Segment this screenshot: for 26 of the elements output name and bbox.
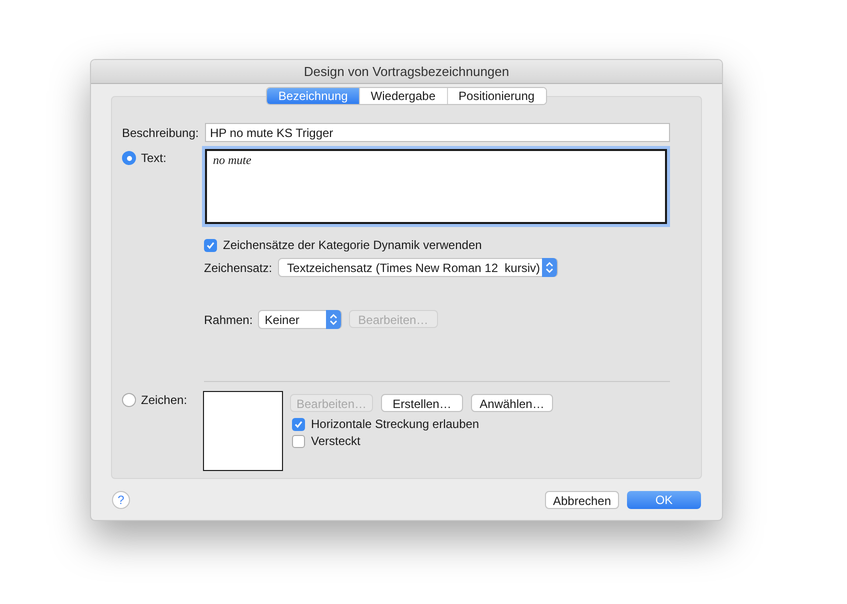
help-button[interactable]: ? (112, 491, 130, 509)
cancel-button[interactable]: Abbrechen (545, 491, 619, 509)
tab[interactable]: Positionierung (446, 88, 546, 104)
checkbox[interactable] (292, 434, 305, 448)
window-title: Design von Vortragsbezeichnungen (304, 62, 510, 81)
stepper-icon (542, 258, 558, 277)
radio-label: Zeichen: (141, 393, 188, 407)
radio-button[interactable] (122, 393, 136, 407)
font-dropdown[interactable]: Textzeichensatz (Times New Roman 12 kursiv) (278, 258, 558, 277)
checkbox-label: Horizontale Streckung erlauben (311, 417, 480, 431)
radio-button[interactable] (122, 151, 136, 165)
text-content: no mute (213, 153, 252, 167)
field-label: Zeichensatz: (204, 260, 272, 276)
field-label: Beschreibung: (122, 124, 200, 142)
stepper-icon (326, 310, 341, 329)
action-button[interactable]: Erstellen… (381, 394, 463, 412)
checkbox[interactable] (204, 238, 217, 252)
radio-label: Text: (141, 151, 166, 165)
action-button[interactable]: Anwählen… (471, 394, 553, 412)
description-field[interactable]: HP no mute KS Trigger (205, 123, 670, 142)
checkbox[interactable] (292, 418, 305, 430)
checkbox-label: Zeichensätze der Kategorie Dynamik verwenden (223, 238, 482, 252)
frame-dropdown[interactable]: Keiner (258, 310, 342, 329)
field-label: Rahmen: (204, 312, 253, 328)
checkbox-label: Versteckt (311, 434, 360, 448)
text-area[interactable]: no mute (205, 149, 667, 224)
